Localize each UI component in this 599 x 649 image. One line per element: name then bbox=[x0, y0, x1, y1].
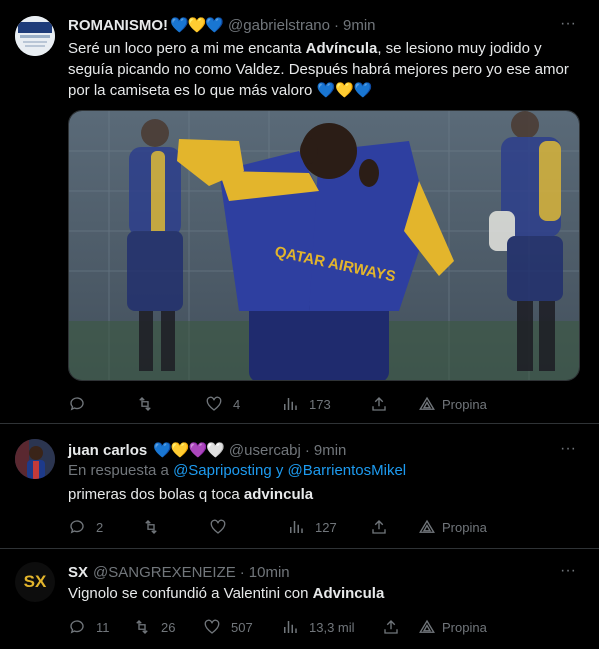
views-icon bbox=[290, 521, 303, 533]
tweet-header: ROMANISMO! 💙💛💙 @gabrielstrano · 9min bbox=[68, 15, 376, 35]
tip-label: Propina bbox=[442, 619, 487, 635]
share-button[interactable] bbox=[382, 617, 400, 637]
timestamp[interactable]: 9min bbox=[314, 442, 347, 459]
tweet-1[interactable]: ROMANISMO! 💙💛💙 @gabrielstrano · 9min ···… bbox=[0, 0, 599, 422]
display-name[interactable]: ROMANISMO! bbox=[68, 17, 168, 34]
more-options-icon[interactable]: ··· bbox=[559, 563, 577, 584]
tweet-header: juan carlos 💙💛💜🤍 @usercabj · 9min bbox=[68, 440, 346, 460]
separator-dot: · bbox=[239, 563, 245, 581]
reply-button[interactable] bbox=[68, 394, 96, 414]
tip-label: Propina bbox=[442, 396, 487, 412]
avatar[interactable] bbox=[15, 439, 55, 479]
tweet-2[interactable]: juan carlos 💙💛💜🤍 @usercabj · 9min ··· En… bbox=[0, 424, 599, 548]
tip-label: Propina bbox=[442, 519, 487, 535]
reply-button[interactable]: 11 bbox=[68, 617, 110, 637]
retweet-button[interactable] bbox=[136, 394, 164, 414]
user-handle[interactable]: @usercabj bbox=[229, 442, 301, 459]
like-count: 507 bbox=[231, 619, 253, 635]
separator-dot: · bbox=[333, 16, 339, 34]
reply-button[interactable]: 2 bbox=[68, 517, 103, 537]
retweet-icon bbox=[145, 520, 157, 534]
highlight-term: advincula bbox=[243, 486, 314, 503]
retweet-count: 26 bbox=[161, 619, 176, 635]
view-count: 127 bbox=[315, 519, 337, 535]
tip-button[interactable]: Propina bbox=[418, 517, 487, 537]
reply-conjunction: y bbox=[271, 462, 288, 479]
heart-icon bbox=[206, 396, 222, 411]
reply-prefix: En respuesta a bbox=[68, 462, 174, 479]
like-button[interactable]: 507 bbox=[203, 617, 253, 637]
share-button[interactable] bbox=[370, 517, 388, 537]
display-name[interactable]: SX bbox=[68, 564, 88, 581]
tip-icon bbox=[419, 519, 435, 533]
tweet-text: primeras dos bolas q toca advincula bbox=[68, 484, 578, 505]
highlight-term: Advíncula bbox=[305, 40, 378, 57]
share-icon bbox=[372, 397, 386, 411]
action-bar: 2 127 Propina bbox=[68, 517, 488, 537]
reply-icon bbox=[70, 397, 84, 411]
share-icon bbox=[384, 620, 398, 634]
views-button[interactable]: 173 bbox=[281, 394, 331, 414]
heart-icon bbox=[204, 619, 220, 634]
photo-illustration: QATAR AIRWAYS bbox=[69, 111, 579, 380]
views-button[interactable]: 13,3 mil bbox=[281, 617, 355, 637]
more-options-icon[interactable]: ··· bbox=[559, 16, 577, 37]
like-button[interactable]: 4 bbox=[205, 394, 240, 414]
avatar-logo: SX bbox=[23, 572, 47, 591]
reply-count: 2 bbox=[96, 519, 104, 535]
tip-icon bbox=[419, 396, 435, 410]
tweet-header: SX @SANGREXENEIZE · 10min bbox=[68, 562, 290, 582]
highlight-term: Advincula bbox=[312, 585, 385, 602]
user-handle[interactable]: @gabrielstrano bbox=[228, 17, 330, 34]
tweet-text-emoji: 💙💛💙 bbox=[316, 82, 373, 99]
retweet-button[interactable] bbox=[142, 517, 170, 537]
mention-link[interactable]: @Sapriposting bbox=[173, 462, 272, 479]
retweet-icon bbox=[139, 397, 151, 411]
tweet-text: Seré un loco pero a mi me encanta Advínc… bbox=[68, 38, 578, 101]
reply-count: 11 bbox=[96, 619, 110, 635]
views-icon bbox=[284, 621, 297, 633]
views-icon bbox=[284, 398, 297, 410]
avatar[interactable] bbox=[15, 16, 55, 56]
tip-button[interactable]: Propina bbox=[418, 617, 487, 637]
action-bar: 4 173 Propina bbox=[68, 394, 488, 414]
timestamp[interactable]: 9min bbox=[343, 17, 376, 34]
user-handle[interactable]: @SANGREXENEIZE bbox=[93, 564, 236, 581]
view-count: 173 bbox=[309, 396, 331, 412]
more-options-icon[interactable]: ··· bbox=[559, 441, 577, 462]
retweet-icon bbox=[136, 620, 148, 634]
reply-context: En respuesta a @Sapriposting y @Barrient… bbox=[68, 462, 406, 479]
separator-dot: · bbox=[304, 441, 310, 459]
reply-icon bbox=[70, 620, 84, 634]
tweet-text-part: primeras dos bolas q toca bbox=[68, 486, 244, 503]
heart-icon bbox=[210, 519, 226, 534]
tip-icon bbox=[419, 619, 435, 633]
tweet-text-part: Vignolo se confundió a Valentini con bbox=[68, 585, 313, 602]
view-count: 13,3 mil bbox=[309, 619, 355, 635]
views-button[interactable]: 127 bbox=[287, 517, 337, 537]
name-emoji: 💙💛💙 bbox=[170, 17, 224, 34]
like-count: 4 bbox=[233, 396, 241, 412]
display-name[interactable]: juan carlos bbox=[68, 442, 147, 459]
share-icon bbox=[372, 520, 386, 534]
tip-button[interactable]: Propina bbox=[418, 394, 487, 414]
reply-icon bbox=[70, 520, 84, 534]
tweet-text-part: Seré un loco pero a mi me encanta bbox=[68, 40, 306, 57]
tweet-photo[interactable]: QATAR AIRWAYS bbox=[68, 110, 580, 381]
action-bar: 11 26 507 13,3 mil Propina bbox=[68, 617, 488, 637]
like-button[interactable] bbox=[209, 517, 237, 537]
name-emoji: 💙💛💜🤍 bbox=[153, 442, 225, 459]
tweet-text: Vignolo se confundió a Valentini con Adv… bbox=[68, 583, 578, 604]
avatar[interactable]: SX bbox=[15, 562, 55, 602]
share-button[interactable] bbox=[370, 394, 388, 414]
retweet-button[interactable]: 26 bbox=[133, 617, 175, 637]
mention-link[interactable]: @BarrientosMikel bbox=[288, 462, 407, 479]
tweet-3[interactable]: SX SX @SANGREXENEIZE · 10min ··· Vignolo… bbox=[0, 549, 599, 649]
timestamp[interactable]: 10min bbox=[249, 564, 290, 581]
